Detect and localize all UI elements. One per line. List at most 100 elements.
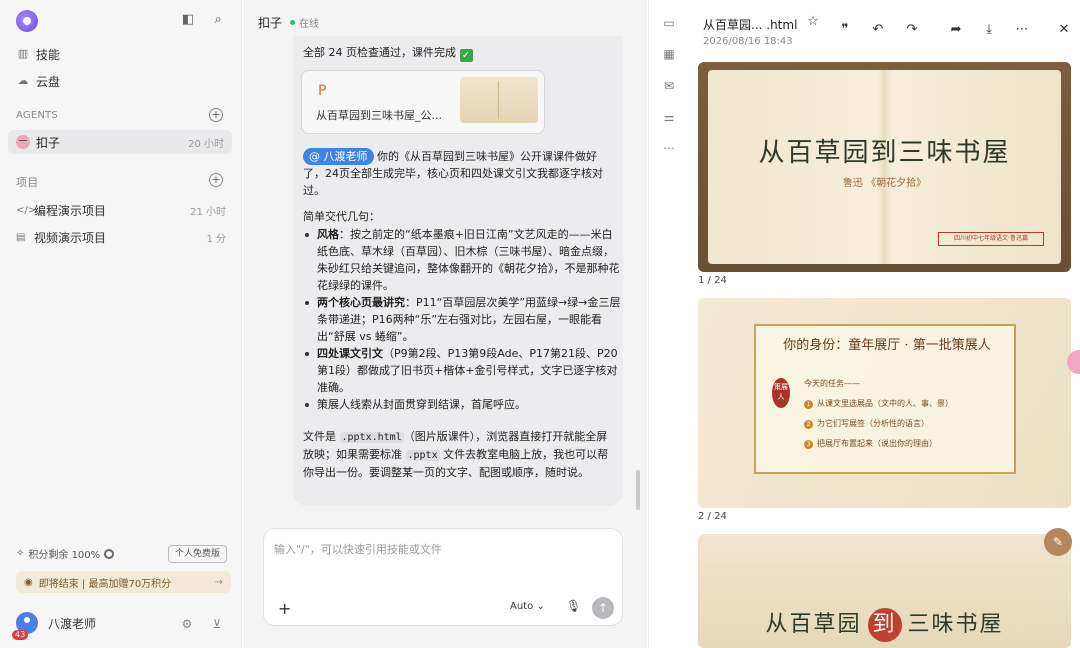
assistant-message: 全部 24 页检查通过，课件完成 ✓ P 从百草园到三味书屋_公... @ 八渡… [293, 36, 623, 506]
list-item: 风格：按之前定的“纸本墨痕+旧日江南”文艺风走的——米白纸色底、草木绿（百草园）… [303, 226, 621, 294]
collapse-sidebar-icon[interactable]: ◧ [180, 12, 196, 28]
search-icon[interactable]: ⌕ [210, 12, 226, 28]
app-logo[interactable] [16, 10, 38, 32]
inline-code: .pptx.html [339, 432, 404, 443]
slide-3-left: 从百草园 [765, 612, 862, 637]
slide-thumbnail-1[interactable]: 从百草园到三味书屋 鲁迅 《朝花夕拾》 四川初中七年级语文·鲁迅篇 [698, 62, 1071, 272]
notification-badge: 43 [12, 630, 29, 640]
agent-avatar-icon [16, 135, 30, 149]
nav-skills[interactable]: ▥ 技能 [16, 44, 60, 64]
closing-text-a: 文件是 [303, 430, 340, 443]
redo-icon[interactable]: ↷ [904, 22, 920, 38]
slide-1-page-number: 1 / 24 [698, 275, 727, 286]
nav-skills-label: 技能 [36, 47, 61, 62]
file-attachment-card[interactable]: P 从百草园到三味书屋_公... [301, 70, 545, 134]
summary-heading: 简单交代几句： [303, 210, 380, 223]
quote-icon[interactable]: ❞ [837, 22, 853, 38]
task-text: 把展厅布置起来（说出你的理由） [817, 439, 937, 448]
chat-header: 扣子 在线 [258, 14, 319, 31]
bullet-bold: 四处课文引文 [317, 347, 383, 360]
left-sidebar: ◧ ⌕ ▥ 技能 ☁ 云盘 AGENTS + 扣子 20 小时 项目 + </>… [0, 0, 242, 648]
download-circle-icon[interactable]: ⊻ [210, 617, 224, 631]
slide-2-task: 1 从课文里选展品（文中的人、事、景） [804, 398, 953, 409]
undo-icon[interactable]: ↶ [870, 22, 886, 38]
edit-note-button[interactable]: ✎ [1044, 528, 1072, 556]
slide-2-panel: 你的身份：童年展厅 · 第一批策展人 今天的任务—— 1 从课文里选展品（文中的人… [754, 324, 1016, 474]
close-icon[interactable]: ✕ [1056, 22, 1072, 38]
send-button[interactable]: ↑ [592, 597, 614, 619]
add-project-icon[interactable]: + [209, 173, 223, 187]
chat-panel: 扣子 在线 全部 24 页检查通过，课件完成 ✓ P 从百草园到三味书屋_公..… [243, 0, 647, 648]
task-number: 3 [804, 440, 813, 449]
agent-item-kouzi[interactable]: 扣子 20 小时 [8, 130, 232, 154]
task-number: 2 [804, 420, 813, 429]
add-attachment-icon[interactable]: + [278, 599, 291, 618]
inline-code: .pptx [405, 450, 440, 461]
projects-section-title: 项目 [16, 176, 39, 189]
bullet-text: ：按之前定的“纸本墨痕+旧日江南”文艺风走的——米白纸色底、草木绿（百草园）、旧… [317, 228, 620, 292]
slide-1-seal: 四川初中七年级语文·鲁迅篇 [938, 232, 1044, 246]
more-horizontal-icon[interactable]: ⋯ [662, 141, 676, 155]
sparkle-icon: ✧ [16, 548, 25, 559]
status-indicator: 在线 [290, 15, 319, 30]
slide-2-task: 3 把展厅布置起来（说出你的理由） [804, 438, 937, 449]
nav-cloud-label: 云盘 [36, 74, 61, 89]
project-time: 21 小时 [190, 206, 226, 218]
viewer-file-date: 2026/08/16 18:43 [703, 36, 793, 47]
bullet-bold: 两个核心页最讲究 [317, 296, 405, 309]
share-icon[interactable]: ➦ [948, 22, 964, 38]
cloud-icon: ☁ [17, 74, 29, 87]
message-closing: 文件是 .pptx.html （图片版课件），浏览器直接打开就能全屏放映；如果需要… [303, 428, 618, 481]
slide-1-title: 从百草园到三味书屋 [758, 138, 1011, 168]
slide-2-page-number: 2 / 24 [698, 511, 727, 522]
list-item: 两个核心页最讲究：P11“百草园层次美学”用蓝绿→绿→金三层条带递进；P16两种… [303, 294, 621, 345]
user-mention[interactable]: @ 八渡老师 [303, 148, 374, 165]
chat-scrollbar[interactable] [636, 470, 640, 510]
star-icon[interactable]: ☆ [805, 14, 821, 30]
bullet-text: 策展人线索从封面贯穿到结课，首尾呼应。 [317, 398, 526, 411]
folder-icon[interactable]: ▭ [662, 16, 676, 30]
bullet-bold: 风格 [317, 228, 339, 241]
project-item-coding[interactable]: </> 编程演示项目 21 小时 [16, 200, 226, 220]
download-icon[interactable]: ⤓ [981, 22, 997, 38]
settings-sliders-icon[interactable]: ⚌ [662, 110, 676, 124]
settings-icon[interactable]: ⚙ [180, 617, 194, 631]
slide-3-mid: 到 [867, 608, 902, 642]
promo-text: 即将结束 | 最高加赠70万积分 [38, 578, 172, 590]
message-top-line: 全部 24 页检查通过，课件完成 ✓ [303, 44, 618, 62]
status-text: 在线 [299, 19, 320, 30]
task-text: 为它们写展签（分析性的语言） [817, 419, 929, 428]
mail-icon[interactable]: ✉ [662, 79, 676, 93]
file-thumbnail [460, 77, 538, 123]
chat-agent-name: 扣子 [258, 16, 283, 30]
skills-icon: ▥ [17, 47, 29, 60]
slide-thumbnail-3[interactable]: 从百草园到三味书屋 [698, 534, 1071, 648]
gift-icon: ◉ [24, 576, 33, 588]
agent-time: 20 小时 [188, 138, 224, 150]
plan-badge[interactable]: 个人免费版 [168, 545, 228, 563]
file-name: 从百草园到三味书屋_公... [316, 109, 442, 122]
slide-thumbnail-2[interactable]: 你的身份：童年展厅 · 第一批策展人 今天的任务—— 1 从课文里选展品（文中的人… [698, 298, 1071, 508]
list-item: 四处课文引文（P9第2段、P13第9段Ade、P17第21段、P20第1段）都做… [303, 345, 621, 396]
add-agent-icon[interactable]: + [209, 108, 223, 122]
file-viewer: ▭ ▦ ✉ ⚌ ⋯ 从百草园... .html ☆ 2026/08/16 18:… [648, 0, 1080, 648]
credits-ring-icon [104, 548, 115, 559]
file-type-icon: P [318, 83, 327, 99]
user-profile[interactable]: 43 八渡老师 [12, 612, 96, 640]
more-icon[interactable]: ⋯ [1014, 22, 1030, 38]
microphone-icon[interactable]: 🎙 [566, 599, 581, 613]
composer-input[interactable]: 输入"/"，可以快速引用技能或文件 [274, 541, 442, 557]
nav-cloud[interactable]: ☁ 云盘 [16, 71, 61, 91]
calendar-icon[interactable]: ▦ [662, 47, 676, 61]
video-folder-icon: ▤ [16, 231, 26, 243]
message-composer[interactable]: 输入"/"，可以快速引用技能或文件 + Auto ⌄ 🎙 ↑ [263, 528, 623, 626]
top-line-text: 全部 24 页检查通过，课件完成 [303, 46, 456, 59]
credits-indicator[interactable]: ✧ 积分剩余 100% [16, 546, 115, 561]
agent-name: 扣子 [36, 135, 61, 150]
slide-2-tasks-head: 今天的任务—— [804, 379, 860, 388]
credits-text: 积分剩余 100% [28, 550, 101, 561]
promo-banner[interactable]: ◉ 即将结束 | 最高加赠70万积分 → [16, 571, 231, 593]
model-selector[interactable]: Auto ⌄ [510, 601, 545, 612]
message-intro: @ 八渡老师 你的《从百草园到三味书屋》公开课课件做好了，24页全部生成完毕，核… [303, 148, 618, 199]
project-item-video[interactable]: ▤ 视频演示项目 1 分 [16, 227, 226, 247]
